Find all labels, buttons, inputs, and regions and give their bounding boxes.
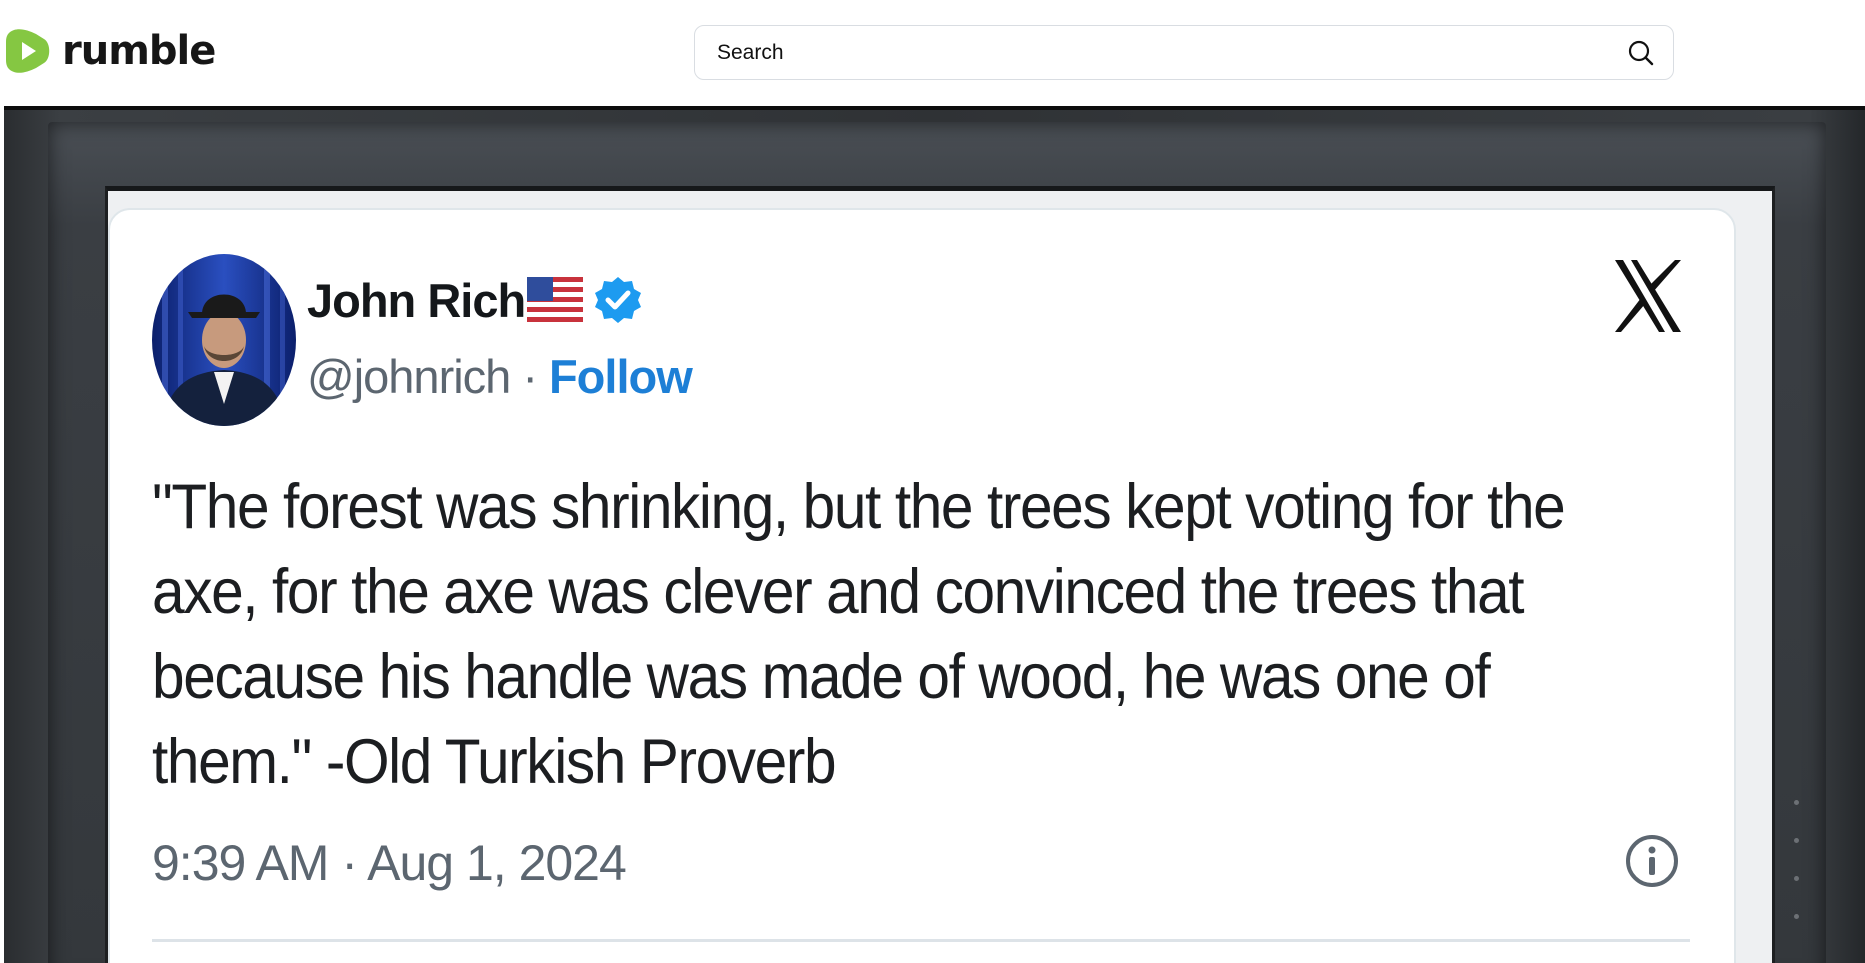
avatar [152, 254, 296, 426]
search-bar [694, 25, 1674, 80]
tweet-timestamp[interactable]: 9:39 AM · Aug 1, 2024 [152, 833, 627, 893]
handle-row: @johnrich · Follow [307, 346, 693, 406]
verified-badge-icon [595, 277, 642, 323]
us-flag-icon [527, 277, 584, 323]
video-player[interactable]: John Rich @johnrich · Follow "The forest… [4, 106, 1865, 963]
search-icon[interactable] [1627, 39, 1655, 67]
x-logo-icon[interactable] [1613, 258, 1683, 334]
rumble-logo[interactable]: rumble [4, 25, 216, 77]
author-name[interactable]: John Rich [307, 273, 526, 328]
follow-button[interactable]: Follow [549, 349, 693, 404]
separator-dot: · [522, 349, 538, 403]
side-dots [1794, 800, 1802, 920]
tweet-text: "The forest was shrinking, but the trees… [152, 472, 1566, 797]
info-icon[interactable] [1624, 833, 1680, 889]
tweet-divider [152, 939, 1690, 942]
site-header: rumble [0, 0, 1865, 106]
rumble-play-icon [6, 29, 50, 73]
logo-wordmark: rumble [62, 28, 216, 74]
author-handle[interactable]: @johnrich [307, 349, 511, 404]
search-input[interactable] [715, 26, 1615, 79]
author-name-row: John Rich [307, 270, 643, 330]
